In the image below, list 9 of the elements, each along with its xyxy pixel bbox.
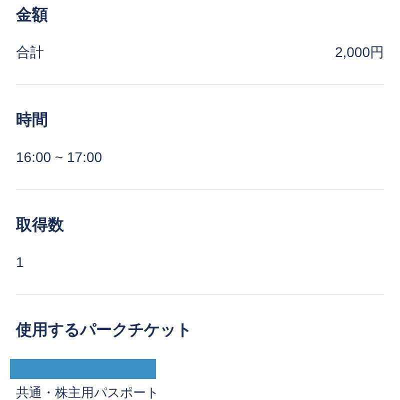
section-heading: 時間	[16, 110, 49, 131]
section-value: 1	[16, 253, 25, 272]
row-label: 合計	[16, 43, 44, 62]
ticket-name: 共通・株主用パスポート	[16, 384, 160, 400]
section-value: 16:00 ~ 17:00	[16, 148, 104, 167]
section-heading: 使用するパークチケット	[16, 321, 193, 341]
section-heading: 金額	[16, 5, 49, 26]
section-heading: 取得数	[16, 216, 65, 236]
amount-value: 2,000円	[334, 43, 384, 62]
